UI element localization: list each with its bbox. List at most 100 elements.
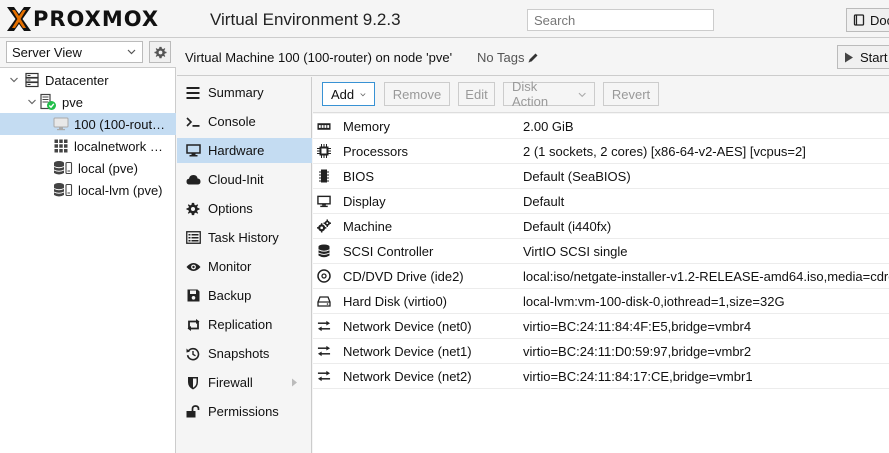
nav-label: Summary	[208, 85, 264, 100]
table-row[interactable]: Hard Disk (virtio0) local-lvm:vm-100-dis…	[313, 289, 889, 314]
console-icon	[185, 114, 201, 130]
nav-firewall[interactable]: Firewall	[177, 370, 312, 395]
table-row[interactable]: Network Device (net1) virtio=BC:24:11:D0…	[313, 339, 889, 364]
cogs-icon	[317, 219, 331, 233]
view-selector-bar: Server View	[0, 38, 176, 68]
hardware-value: Default (i440fx)	[523, 219, 612, 234]
tree-item-vm-100[interactable]: 100 (100-rout…	[0, 113, 176, 135]
nav-replication[interactable]: Replication	[177, 312, 312, 337]
table-row[interactable]: Network Device (net0) virtio=BC:24:11:84…	[313, 314, 889, 339]
hardware-name: Display	[343, 194, 386, 209]
tags-area: No Tags	[477, 50, 539, 65]
retweet-icon	[185, 317, 201, 333]
hardware-value: 2.00 GiB	[523, 119, 574, 134]
shield-icon	[185, 375, 201, 391]
chevron-right-icon[interactable]	[291, 378, 298, 387]
nav-console[interactable]: Console	[177, 109, 312, 134]
cloud-icon	[185, 172, 201, 188]
hardware-value: virtio=BC:24:11:D0:59:97,bridge=vmbr2	[523, 344, 752, 359]
proxmox-x-icon	[7, 7, 31, 31]
vm-config-nav: Summary Console Hardware Cloud-Init Opti…	[177, 77, 312, 453]
server-view-dropdown[interactable]: Server View	[6, 41, 143, 63]
tree-item-label: 100 (100-rout…	[74, 116, 166, 132]
search-input[interactable]	[527, 9, 714, 31]
add-label: Add	[331, 86, 355, 102]
nav-permissions[interactable]: Permissions	[177, 399, 312, 424]
add-button[interactable]: Add	[322, 82, 375, 106]
revert-button[interactable]: Revert	[603, 82, 659, 106]
tree-item-localnetwork[interactable]: localnetwork …	[0, 135, 176, 157]
hardware-name: Hard Disk (virtio0)	[343, 294, 448, 309]
nav-label: Options	[208, 201, 253, 216]
database-icon	[317, 244, 331, 258]
disk-action-label: Disk Action	[512, 79, 549, 109]
edit-button[interactable]: Edit	[458, 82, 495, 106]
revert-label: Revert	[611, 86, 651, 102]
start-label: Start	[860, 49, 888, 65]
hardware-name: Network Device (net2)	[343, 369, 472, 384]
top-header: PROXMOX Virtual Environment 9.2.3 Doc	[0, 0, 889, 38]
hardware-name: SCSI Controller	[343, 244, 434, 259]
cdrom-icon	[317, 269, 331, 283]
table-row[interactable]: SCSI Controller VirtIO SCSI single	[313, 239, 889, 264]
resource-tree-panel: Server View Datacenter pve 100 (100-rout…	[0, 38, 176, 453]
nav-label: Backup	[208, 288, 252, 303]
tree-item-label: Datacenter	[45, 72, 109, 88]
nav-label: Snapshots	[208, 346, 270, 361]
exchange-icon	[317, 369, 331, 383]
tree-item-label: local-lvm (pve)	[78, 182, 163, 198]
table-row[interactable]: BIOS Default (SeaBIOS)	[313, 164, 889, 189]
table-row[interactable]: CD/DVD Drive (ide2) local:iso/netgate-in…	[313, 264, 889, 289]
tree-item-local-lvm-storage[interactable]: local-lvm (pve)	[0, 179, 176, 201]
table-row[interactable]: Display Default	[313, 189, 889, 214]
edit-label: Edit	[465, 86, 488, 102]
history-icon	[185, 346, 201, 362]
nav-label: Task History	[208, 230, 279, 245]
nav-task-history[interactable]: Task History	[177, 225, 312, 250]
table-row[interactable]: Network Device (net2) virtio=BC:24:11:84…	[313, 364, 889, 389]
table-row[interactable]: Machine Default (i440fx)	[313, 214, 889, 239]
hardware-value: virtio=BC:24:11:84:4F:E5,bridge=vmbr4	[523, 319, 752, 334]
remove-button[interactable]: Remove	[384, 82, 450, 106]
exchange-icon	[317, 319, 331, 333]
chevron-down-icon	[127, 49, 136, 55]
summary-icon	[185, 85, 201, 101]
hardware-value: local:iso/netgate-installer-v1.2-RELEASE…	[523, 269, 889, 284]
nav-monitor[interactable]: Monitor	[177, 254, 312, 279]
tree-collapse-icon[interactable]	[9, 75, 19, 85]
nav-snapshots[interactable]: Snapshots	[177, 341, 312, 366]
nav-options[interactable]: Options	[177, 196, 312, 221]
disk-action-button[interactable]: Disk Action	[503, 79, 595, 109]
nav-backup[interactable]: Backup	[177, 283, 312, 308]
tags-label: No Tags	[477, 50, 525, 65]
chevron-down-icon	[578, 92, 586, 97]
eye-icon	[185, 259, 201, 275]
hardware-name: Network Device (net0)	[343, 319, 472, 334]
node-online-icon	[40, 93, 56, 110]
floppy-icon	[185, 288, 201, 304]
desktop-icon	[317, 194, 331, 208]
documentation-label: Doc	[870, 12, 889, 28]
nav-label: Replication	[208, 317, 273, 332]
start-button[interactable]: Start	[837, 45, 889, 69]
nav-summary[interactable]: Summary	[177, 80, 312, 105]
nav-label: Cloud-Init	[208, 172, 264, 187]
table-row[interactable]: Memory 2.00 GiB	[313, 114, 889, 139]
tree-item-label: pve	[62, 94, 83, 110]
tree-item-datacenter[interactable]: Datacenter	[0, 69, 176, 91]
tree-item-local-storage[interactable]: local (pve)	[0, 157, 176, 179]
nav-cloud-init[interactable]: Cloud-Init	[177, 167, 312, 192]
tree-item-pve[interactable]: pve	[0, 91, 176, 113]
hardware-value: VirtIO SCSI single	[523, 244, 628, 259]
list-icon	[185, 230, 201, 246]
nav-hardware[interactable]: Hardware	[177, 138, 312, 163]
table-row[interactable]: Processors 2 (1 sockets, 2 cores) [x86-6…	[313, 139, 889, 164]
hardware-name: BIOS	[343, 169, 375, 184]
hardware-value: 2 (1 sockets, 2 cores) [x86-64-v2-AES] […	[523, 144, 806, 159]
hardware-grid: Memory 2.00 GiB Processors 2 (1 sockets,…	[313, 114, 889, 453]
hardware-toolbar: Add Remove Edit Disk Action Revert	[313, 77, 889, 113]
tree-collapse-icon[interactable]	[27, 97, 37, 107]
tree-settings-button[interactable]	[149, 41, 171, 63]
documentation-button[interactable]: Doc	[846, 8, 889, 32]
pencil-icon[interactable]	[527, 52, 539, 64]
